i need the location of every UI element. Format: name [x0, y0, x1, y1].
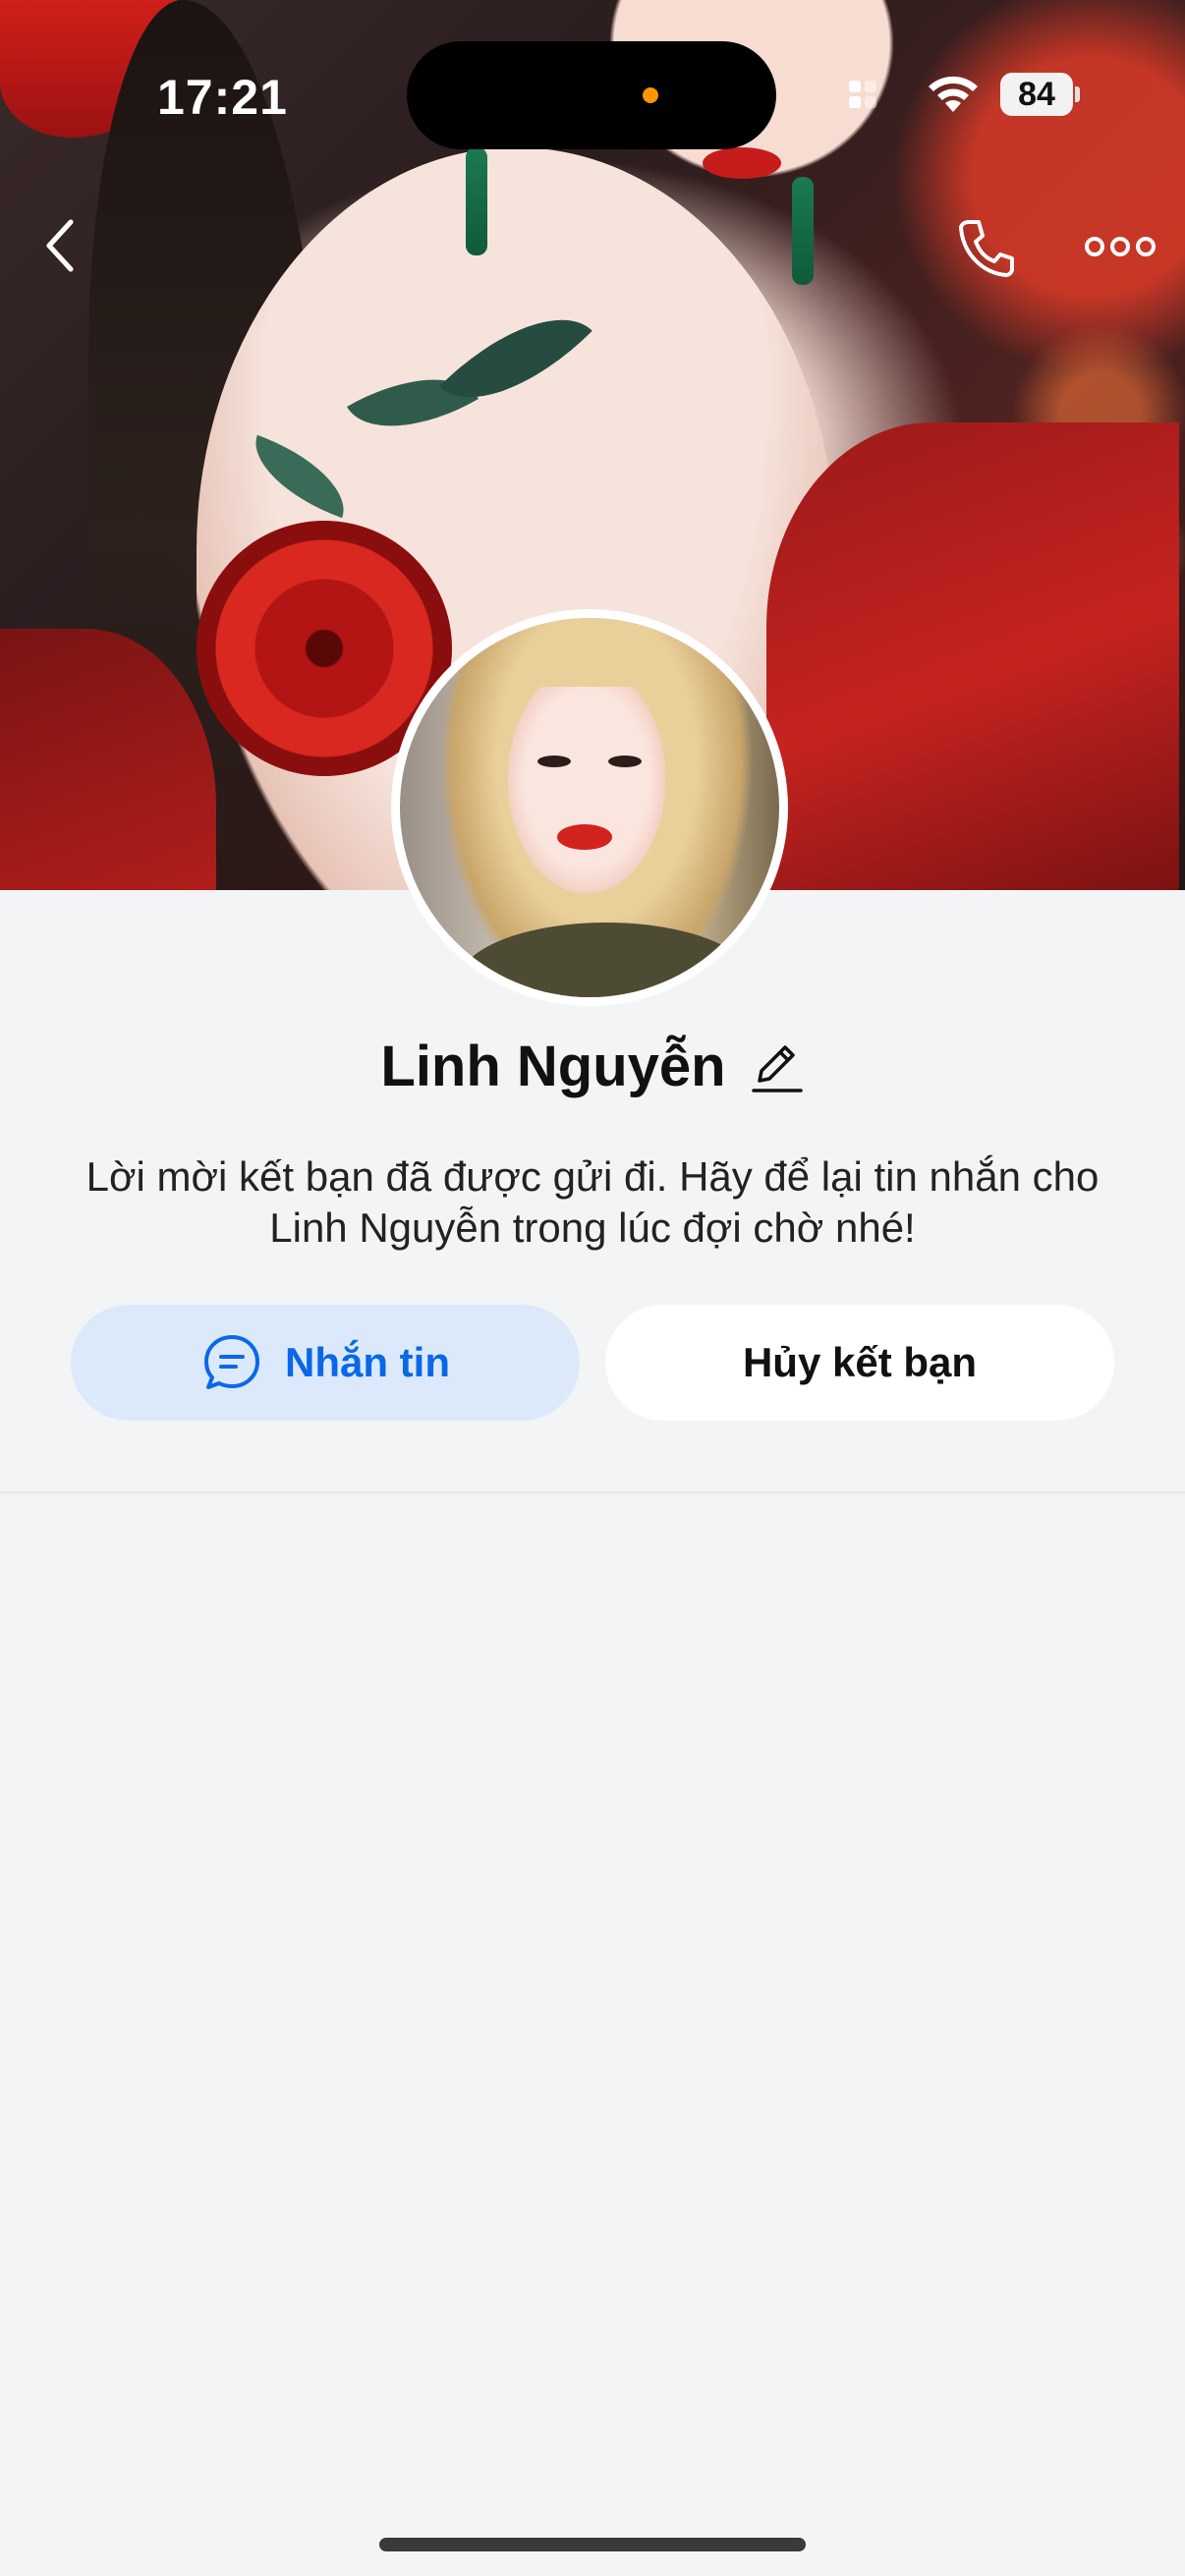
send-message-label: Nhắn tin [285, 1339, 450, 1385]
cover-decoration [766, 422, 1179, 890]
status-bar: 17:21 84 [0, 0, 1185, 196]
home-indicator[interactable] [379, 2538, 806, 2551]
chevron-left-icon [46, 219, 74, 272]
profile-avatar[interactable] [391, 609, 788, 1006]
dynamic-island [407, 41, 776, 149]
status-time: 17:21 [157, 70, 288, 125]
cellular-signal-icon [849, 81, 892, 114]
profile-name-row: Linh Nguyễn [0, 1034, 1185, 1099]
privacy-indicator-dot [643, 87, 658, 103]
avatar-photo [400, 618, 779, 997]
phone-icon [959, 220, 1014, 277]
wifi-icon [929, 76, 978, 112]
profile-name: Linh Nguyễn [380, 1035, 726, 1098]
back-button[interactable] [29, 206, 88, 285]
friend-request-message: Lời mời kết bạn đã được gửi đi. Hãy để l… [85, 1153, 1100, 1251]
call-button[interactable] [951, 212, 1022, 283]
send-message-button[interactable]: Nhắn tin [71, 1305, 580, 1421]
more-options-button[interactable] [1081, 222, 1159, 271]
section-divider [0, 1491, 1185, 1493]
cancel-friend-label: Hủy kết bạn [742, 1339, 978, 1385]
chat-bubble-icon [204, 1335, 259, 1389]
battery-indicator: 84 [1000, 73, 1073, 116]
pencil-icon[interactable] [750, 1037, 805, 1096]
battery-cap [1075, 86, 1080, 102]
cancel-friend-button[interactable]: Hủy kết bạn [605, 1305, 1114, 1421]
more-horizontal-icon [1085, 237, 1156, 256]
